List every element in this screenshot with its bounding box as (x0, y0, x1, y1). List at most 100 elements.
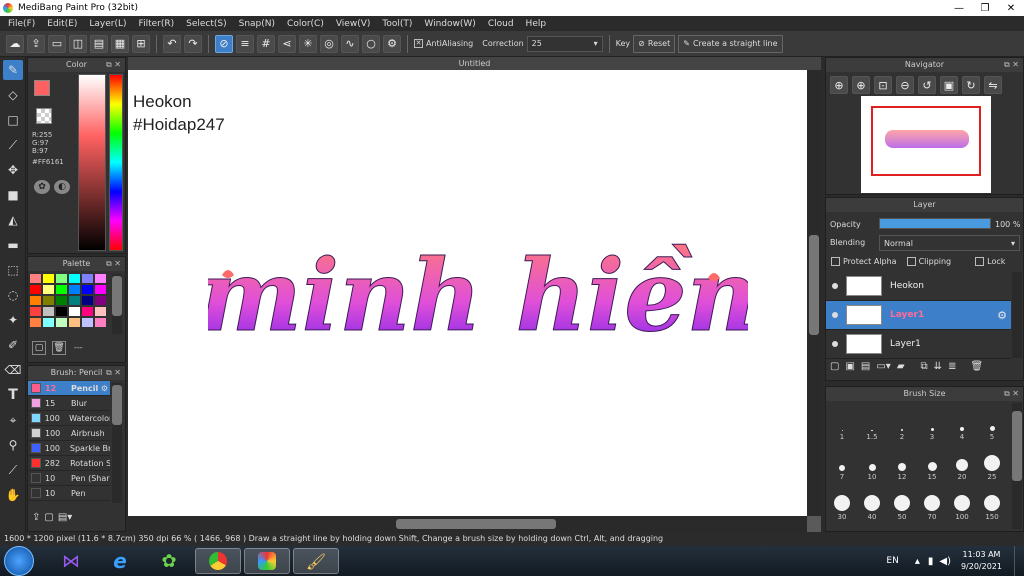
brush-size-option[interactable]: 20 (947, 443, 977, 481)
palette-swatch[interactable] (82, 296, 93, 305)
gear-icon[interactable]: ⚙ (101, 384, 108, 393)
palette-swatch[interactable] (43, 274, 54, 283)
menu-file[interactable]: File(F) (2, 19, 41, 29)
brush-list-item[interactable]: 15 Blur (28, 396, 110, 411)
brush-size-option[interactable]: 70 (917, 483, 947, 521)
radial-snap-icon[interactable]: ✳ (299, 34, 317, 53)
menu-edit[interactable]: Edit(E) (41, 19, 83, 29)
panel-controls[interactable]: ⧉ ✕ (1004, 58, 1019, 72)
palette-swatch[interactable] (95, 307, 106, 316)
brush-size-option[interactable]: 30 (827, 483, 857, 521)
fit-icon[interactable]: ⊡ (874, 76, 892, 94)
palette-swatch[interactable] (95, 274, 106, 283)
eraser-tool-icon[interactable]: ◇ (3, 85, 23, 105)
palette-swatch[interactable] (30, 307, 41, 316)
gradient-tool-icon[interactable]: ▬ (3, 235, 23, 255)
layer-row[interactable]: Layer1 (826, 330, 1011, 359)
new-halftone-layer-icon[interactable]: ▣ (845, 361, 854, 372)
network-icon[interactable]: ▮ (928, 556, 934, 567)
internet-explorer-icon[interactable]: e (97, 548, 143, 574)
brush-size-option[interactable]: 7 (827, 443, 857, 481)
concentric-snap-icon[interactable]: ◎ (320, 34, 338, 53)
blending-select[interactable]: Normal ▾ (879, 235, 1020, 251)
brush-tool-icon[interactable]: ✎ (3, 60, 23, 80)
brush-menu-icon[interactable]: ▤▾ (58, 512, 72, 523)
palette-swatch[interactable] (43, 285, 54, 294)
chrome-icon[interactable] (195, 548, 241, 574)
merge-layer-icon[interactable]: ⇊ (934, 361, 942, 372)
visual-studio-icon[interactable]: ⋈ (48, 548, 94, 574)
brush-size-option[interactable]: 1.5 (857, 403, 887, 441)
divide-tool-icon[interactable]: ⟋ (3, 460, 23, 480)
panel-controls[interactable]: ⧉ ✕ (106, 58, 121, 72)
lasso-tool-icon[interactable]: ◌ (3, 285, 23, 305)
vanishing-point-icon[interactable]: ⋖ (278, 34, 296, 53)
brush-list-item[interactable]: 12 Pencil ⚙ (28, 381, 110, 396)
cloud-icon[interactable]: ☁ (6, 34, 24, 53)
palette-swatch[interactable] (43, 318, 54, 327)
palette-swatch[interactable] (82, 307, 93, 316)
layer-row[interactable]: Layer1 ⚙ (826, 301, 1011, 330)
canvas-vertical-scrollbar[interactable] (807, 70, 821, 516)
palette-swatch[interactable] (56, 274, 67, 283)
brush-list-item[interactable]: 10 Pen (Shar (28, 471, 110, 486)
antialiasing-checkbox[interactable]: ✕ (414, 39, 423, 48)
brush-size-option[interactable]: 25 (977, 443, 1007, 481)
palette-swatch[interactable] (95, 296, 106, 305)
operation-tool-icon[interactable]: ⌖ (3, 410, 23, 430)
bucket-tool-icon[interactable]: ◭ (3, 210, 23, 230)
paint-brush-app-icon[interactable]: 🖌 (293, 548, 339, 574)
gallery-icon[interactable]: ▦ (111, 34, 129, 53)
palette-swatch[interactable] (30, 285, 41, 294)
text-tool-icon[interactable]: T (3, 385, 23, 405)
color-picker-icon[interactable]: ◐ (54, 180, 70, 194)
saturation-brightness-picker[interactable] (78, 74, 106, 251)
palette-swatch[interactable] (30, 274, 41, 283)
redo-icon[interactable]: ↷ (184, 34, 202, 53)
magic-wand-tool-icon[interactable]: ✦ (3, 310, 23, 330)
palette-swatch[interactable] (69, 318, 80, 327)
medibang-taskbar-icon[interactable] (244, 548, 290, 574)
menu-tool[interactable]: Tool(T) (376, 19, 418, 29)
undo-icon[interactable]: ↶ (163, 34, 181, 53)
add-layer-menu-icon[interactable]: ▭▾ (876, 361, 890, 372)
panel-controls[interactable]: ⧉ ✕ (106, 366, 121, 380)
transparent-color-swatch[interactable] (36, 108, 52, 124)
palette-swatch[interactable] (69, 285, 80, 294)
menu-layer[interactable]: Layer(L) (83, 19, 132, 29)
palette-swatch[interactable] (82, 318, 93, 327)
palette-swatch[interactable] (30, 318, 41, 327)
eyedropper-tool-icon[interactable]: ⚲ (3, 435, 23, 455)
palette-swatch[interactable] (69, 307, 80, 316)
brush-scrollbar[interactable] (112, 383, 122, 503)
comment-icon[interactable]: ▭ (48, 34, 66, 53)
gear-icon[interactable]: ⚙ (997, 309, 1007, 322)
brush-size-option[interactable]: 2 (887, 403, 917, 441)
menu-view[interactable]: View(V) (330, 19, 377, 29)
folder-icon[interactable]: ▰ (897, 361, 905, 372)
panel-controls[interactable]: ⧉ ✕ (1004, 387, 1019, 401)
hatching-tool-icon[interactable]: ⟋ (3, 135, 23, 155)
clock[interactable]: 11:03 AM 9/20/2021 (961, 549, 1002, 573)
brush-size-option[interactable]: 100 (947, 483, 977, 521)
canvas[interactable]: Heokon #Hoidap247 minh hiền (128, 70, 807, 516)
curve-snap-icon[interactable]: ∿ (341, 34, 359, 53)
brush-list-item[interactable]: 10 Pen (28, 486, 110, 501)
new-layer-icon[interactable]: ▢ (830, 361, 839, 372)
brush-upload-icon[interactable]: ⇪ (32, 512, 40, 523)
menu-cloud[interactable]: Cloud (482, 19, 520, 29)
palette-swatch[interactable] (95, 285, 106, 294)
layer-scrollbar[interactable] (1012, 272, 1022, 358)
brush-size-option[interactable]: 3 (917, 403, 947, 441)
dot-tool-icon[interactable]: □ (3, 110, 23, 130)
menu-help[interactable]: Help (520, 19, 553, 29)
add-palette-icon[interactable]: ▢ (32, 341, 46, 355)
primary-color-swatch[interactable] (34, 80, 50, 96)
palette-swatch[interactable] (82, 285, 93, 294)
navigator-preview[interactable] (861, 96, 991, 193)
new-brush-icon[interactable]: ▢ (44, 512, 53, 523)
duplicate-layer-icon[interactable]: ⧉ (921, 361, 928, 372)
brush-size-option[interactable]: 4 (947, 403, 977, 441)
hand-tool-icon[interactable]: ✋ (3, 485, 23, 505)
select-pen-tool-icon[interactable]: ✐ (3, 335, 23, 355)
